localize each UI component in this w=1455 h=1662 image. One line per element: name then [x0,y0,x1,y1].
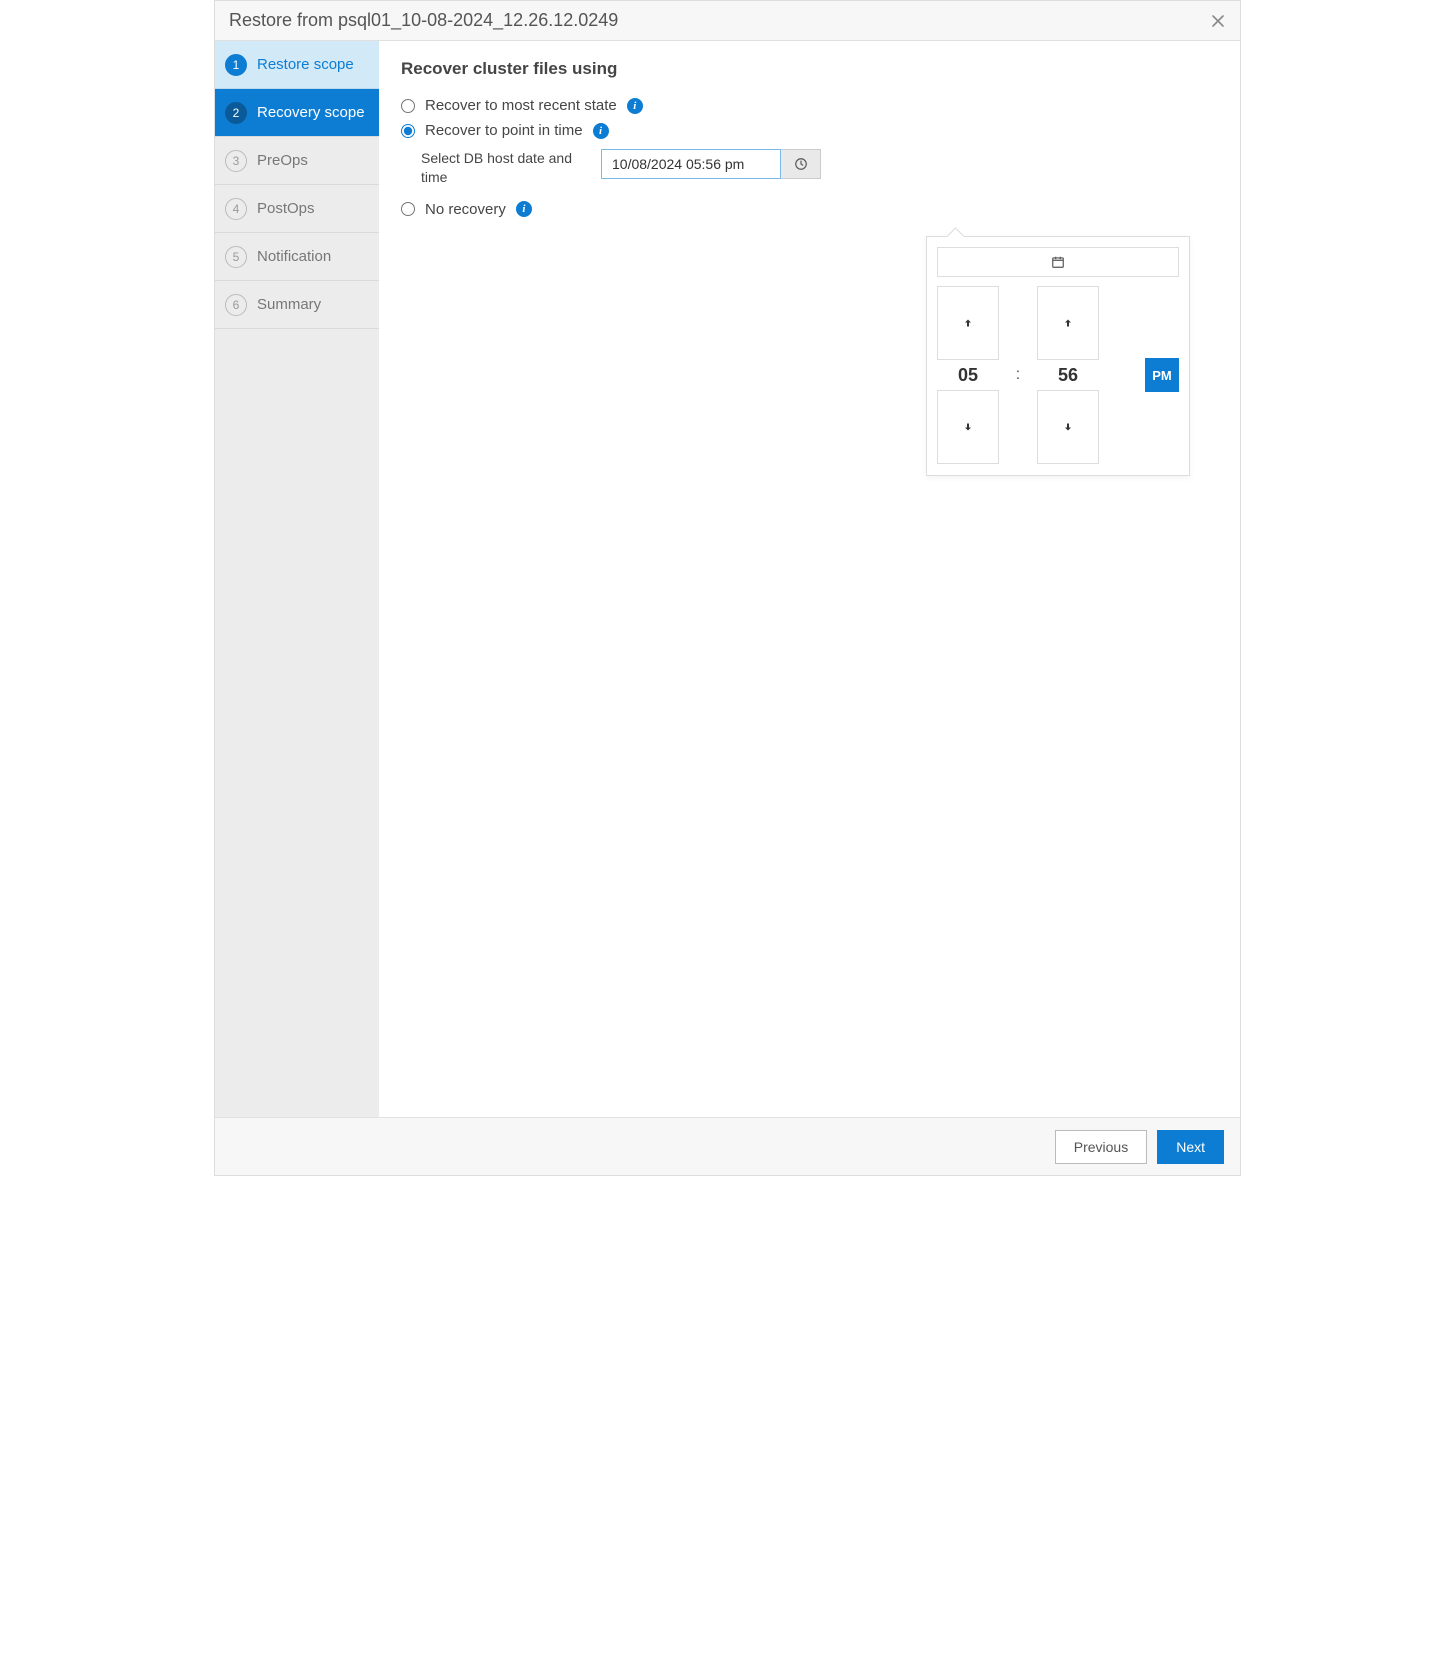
arrow-up-icon [1062,317,1074,329]
dialog-footer: Previous Next [215,1117,1240,1175]
clock-icon [794,157,808,171]
datetime-input[interactable] [601,149,781,179]
dialog-title: Restore from psql01_10-08-2024_12.26.12.… [229,10,1210,31]
step-restore-scope[interactable]: 1 Restore scope [215,41,379,89]
option-no-recovery[interactable]: No recovery i [401,201,1218,218]
arrow-up-icon [962,317,974,329]
next-button[interactable]: Next [1157,1130,1224,1164]
option-label: No recovery [425,201,506,218]
arrow-down-icon [1062,421,1074,433]
option-recover-pit[interactable]: Recover to point in time i [401,122,1218,139]
step-recovery-scope[interactable]: 2 Recovery scope [215,89,379,137]
option-label: Recover to most recent state [425,97,617,114]
close-icon[interactable] [1210,13,1226,29]
hour-up-button[interactable] [937,286,999,360]
picker-date-toggle[interactable] [937,247,1179,277]
minute-value[interactable]: 56 [1058,365,1078,386]
step-postops[interactable]: 4 PostOps [215,185,379,233]
radio-recover-pit[interactable] [401,124,415,138]
time-grid: 05 : 56 PM [937,285,1179,465]
dialog-body: 1 Restore scope 2 Recovery scope 3 PreOp… [215,41,1240,1117]
titlebar: Restore from psql01_10-08-2024_12.26.12.… [215,1,1240,41]
radio-no-recovery[interactable] [401,202,415,216]
step-notification[interactable]: 5 Notification [215,233,379,281]
hour-value[interactable]: 05 [958,365,978,386]
step-number: 6 [225,294,247,316]
step-label: Recovery scope [257,104,365,121]
option-label: Recover to point in time [425,122,583,139]
step-number: 3 [225,150,247,172]
calendar-icon [1051,255,1065,269]
previous-button[interactable]: Previous [1055,1130,1147,1164]
info-icon[interactable]: i [516,201,532,217]
minute-down-button[interactable] [1037,390,1099,464]
step-number: 1 [225,54,247,76]
radio-recover-recent[interactable] [401,99,415,113]
step-number: 2 [225,102,247,124]
option-recover-recent[interactable]: Recover to most recent state i [401,97,1218,114]
content-pane: Recover cluster files using Recover to m… [379,41,1240,1117]
step-number: 4 [225,198,247,220]
step-label: PreOps [257,152,308,169]
datetime-toggle-button[interactable] [781,149,821,179]
hour-down-button[interactable] [937,390,999,464]
step-preops[interactable]: 3 PreOps [215,137,379,185]
time-separator: : [1016,366,1020,384]
step-label: PostOps [257,200,315,217]
pit-subrow: Select DB host date and time [421,149,1218,187]
step-summary[interactable]: 6 Summary [215,281,379,329]
step-label: Notification [257,248,331,265]
info-icon[interactable]: i [627,98,643,114]
step-label: Restore scope [257,56,354,73]
info-icon[interactable]: i [593,123,609,139]
ampm-toggle[interactable]: PM [1145,358,1179,392]
time-picker-popover: 05 : 56 PM [926,236,1190,476]
step-number: 5 [225,246,247,268]
datetime-wrapper [601,149,821,179]
minute-up-button[interactable] [1037,286,1099,360]
wizard-sidebar: 1 Restore scope 2 Recovery scope 3 PreOp… [215,41,379,1117]
restore-dialog: Restore from psql01_10-08-2024_12.26.12.… [214,0,1241,1176]
page-heading: Recover cluster files using [401,59,1218,79]
step-label: Summary [257,296,321,313]
pit-label: Select DB host date and time [421,149,581,187]
arrow-down-icon [962,421,974,433]
